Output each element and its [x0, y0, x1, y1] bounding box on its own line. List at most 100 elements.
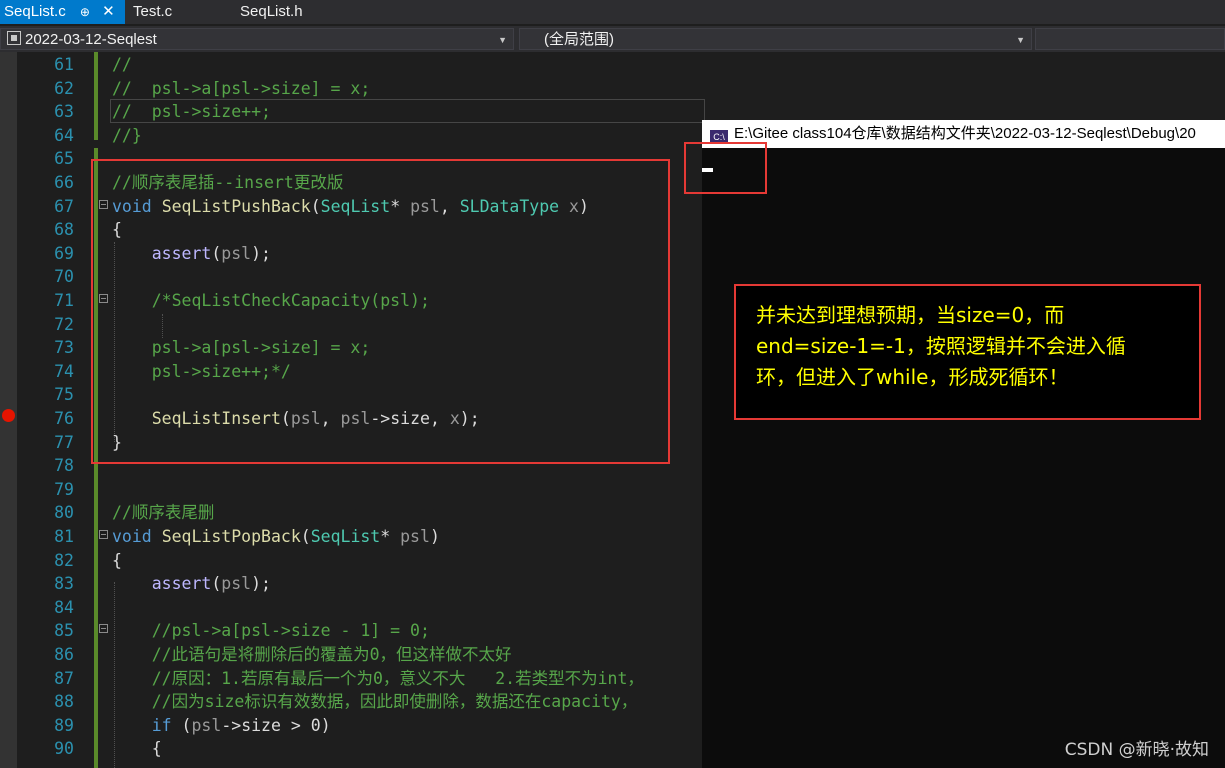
- scope-label: (全局范围): [544, 31, 614, 48]
- project-dropdown[interactable]: 2022-03-12-Seqlest ▼: [0, 28, 514, 50]
- line-number: 83: [54, 574, 74, 594]
- code-token: psl: [400, 527, 430, 546]
- annotation-note: 并未达到理想预期，当size=0，而 end=size-1=-1，按照逻辑并不会…: [734, 284, 1201, 420]
- line-number: 61: [54, 55, 74, 74]
- console-title-bar[interactable]: C:\ E:\Gitee class104仓库\数据结构文件夹\2022-03-1…: [702, 120, 1225, 148]
- line-number: 85: [54, 621, 74, 641]
- code-line[interactable]: 61 //: [0, 53, 1225, 77]
- note-line: 环，但进入了while，形成死循环！: [756, 365, 1069, 389]
- pin-icon[interactable]: ⊕: [80, 5, 90, 19]
- code-token: assert: [151, 574, 212, 594]
- line-number: 79: [54, 479, 74, 499]
- chevron-down-icon: ▼: [498, 35, 507, 45]
- chevron-down-icon: ▼: [1016, 35, 1025, 45]
- code-punct: ->: [221, 715, 242, 735]
- collapse-icon[interactable]: [99, 530, 108, 539]
- line-number: 63: [54, 102, 74, 122]
- code-text: //}: [112, 124, 142, 148]
- code-token: //顺序表尾删: [112, 503, 215, 523]
- code-text: //原因：1.若原有最后一个为0，意义不大 2.若类型不为int，: [112, 667, 644, 691]
- code-token: SeqListPopBack: [161, 527, 301, 546]
- code-token: 0: [310, 715, 321, 735]
- code-token: if: [151, 715, 172, 735]
- line-number: 89: [54, 715, 74, 735]
- tab-test-c[interactable]: Test.c: [133, 0, 223, 24]
- line-number: 70: [54, 267, 74, 287]
- line-number: 84: [54, 597, 74, 617]
- code-token: void: [112, 527, 152, 546]
- code-text: if (psl->size > 0): [112, 714, 331, 738]
- code-token: psl: [191, 715, 222, 735]
- code-text: //因为size标识有效数据，因此即使删除，数据还在capacity，: [112, 690, 638, 714]
- scope-dropdown[interactable]: (全局范围) ▼: [519, 28, 1032, 50]
- line-number: 87: [54, 668, 74, 688]
- code-line[interactable]: 62 // psl->a[psl->size] = x;: [0, 77, 1225, 101]
- code-token: //因为size标识有效数据，因此即使删除，数据还在capacity，: [151, 692, 638, 712]
- line-number: 71: [54, 291, 74, 310]
- line-number: 90: [54, 739, 74, 759]
- code-text: assert(psl);: [112, 572, 271, 596]
- annotation-box-function: [91, 159, 670, 464]
- collapse-icon[interactable]: [99, 624, 108, 634]
- line-number: 65: [54, 149, 74, 169]
- annotation-box-cursor: [684, 142, 767, 194]
- tab-label: SeqList.h: [240, 3, 303, 20]
- code-token: {: [112, 550, 122, 570]
- code-punct: );: [251, 574, 271, 594]
- code-text: //: [112, 53, 132, 77]
- line-number: 69: [54, 243, 74, 263]
- code-token: //}: [112, 125, 142, 145]
- line-number: 76: [54, 409, 74, 428]
- code-punct: [112, 739, 152, 758]
- code-text: //顺序表尾删: [112, 501, 214, 525]
- line-number: 82: [54, 550, 74, 570]
- code-punct: [112, 574, 152, 593]
- line-number: 75: [54, 385, 74, 405]
- line-number: 66: [54, 173, 74, 192]
- line-number: 77: [54, 432, 74, 452]
- code-token: psl: [221, 574, 252, 594]
- code-token: SeqList: [310, 527, 381, 546]
- navigation-bar: 2022-03-12-Seqlest ▼ (全局范围) ▼: [0, 26, 1225, 52]
- project-name: 2022-03-12-Seqlest: [25, 31, 157, 48]
- code-punct: ): [429, 527, 440, 546]
- tab-label: SeqList.c: [4, 3, 66, 20]
- code-token: size: [241, 715, 281, 735]
- tab-seqlist-h[interactable]: SeqList.h: [240, 0, 340, 24]
- code-punct: (: [171, 715, 192, 735]
- line-number: 80: [54, 503, 74, 523]
- code-punct: [112, 692, 152, 711]
- line-number: 64: [54, 125, 74, 145]
- line-number: 78: [54, 456, 74, 476]
- close-icon[interactable]: ✕: [102, 3, 115, 20]
- code-punct: [112, 621, 152, 640]
- line-number: 86: [54, 645, 74, 664]
- tab-seqlist-c[interactable]: SeqList.c ⊕ ✕: [0, 0, 125, 24]
- line-number: 68: [54, 220, 74, 240]
- code-token: //原因：1.若原有最后一个为0，意义不大 2.若类型不为int，: [151, 668, 644, 688]
- code-punct: [112, 669, 152, 688]
- code-punct: ): [320, 715, 331, 735]
- code-token: {: [151, 739, 162, 759]
- code-punct: *: [380, 527, 401, 546]
- code-token: //此语句是将删除后的覆盖为0，但这样做不太好: [151, 645, 512, 664]
- console-window[interactable]: C:\ E:\Gitee class104仓库\数据结构文件夹\2022-03-1…: [702, 120, 1225, 768]
- code-punct: [112, 716, 152, 735]
- code-text: {: [112, 549, 122, 573]
- code-text: {: [112, 737, 162, 761]
- line-number: 62: [54, 78, 74, 98]
- note-line: end=size-1=-1，按照逻辑并不会进入循: [756, 334, 1126, 358]
- tab-label: Test.c: [133, 3, 173, 20]
- code-text: // psl->a[psl->size] = x;: [112, 77, 370, 101]
- line-number: 88: [54, 692, 74, 712]
- project-icon: [7, 31, 21, 45]
- code-token: //: [112, 55, 132, 74]
- code-punct: >: [280, 715, 311, 735]
- code-text: // psl->size++;: [112, 100, 271, 124]
- code-punct: (: [211, 574, 222, 594]
- watermark: CSDN @新晓·故知: [1064, 740, 1209, 760]
- document-tab-bar: SeqList.c ⊕ ✕ Test.c SeqList.h: [0, 0, 1225, 24]
- member-dropdown[interactable]: [1035, 28, 1225, 50]
- note-line: 并未达到理想预期，当size=0，而: [756, 303, 1065, 327]
- code-text: void SeqListPopBack(SeqList* psl): [112, 525, 440, 549]
